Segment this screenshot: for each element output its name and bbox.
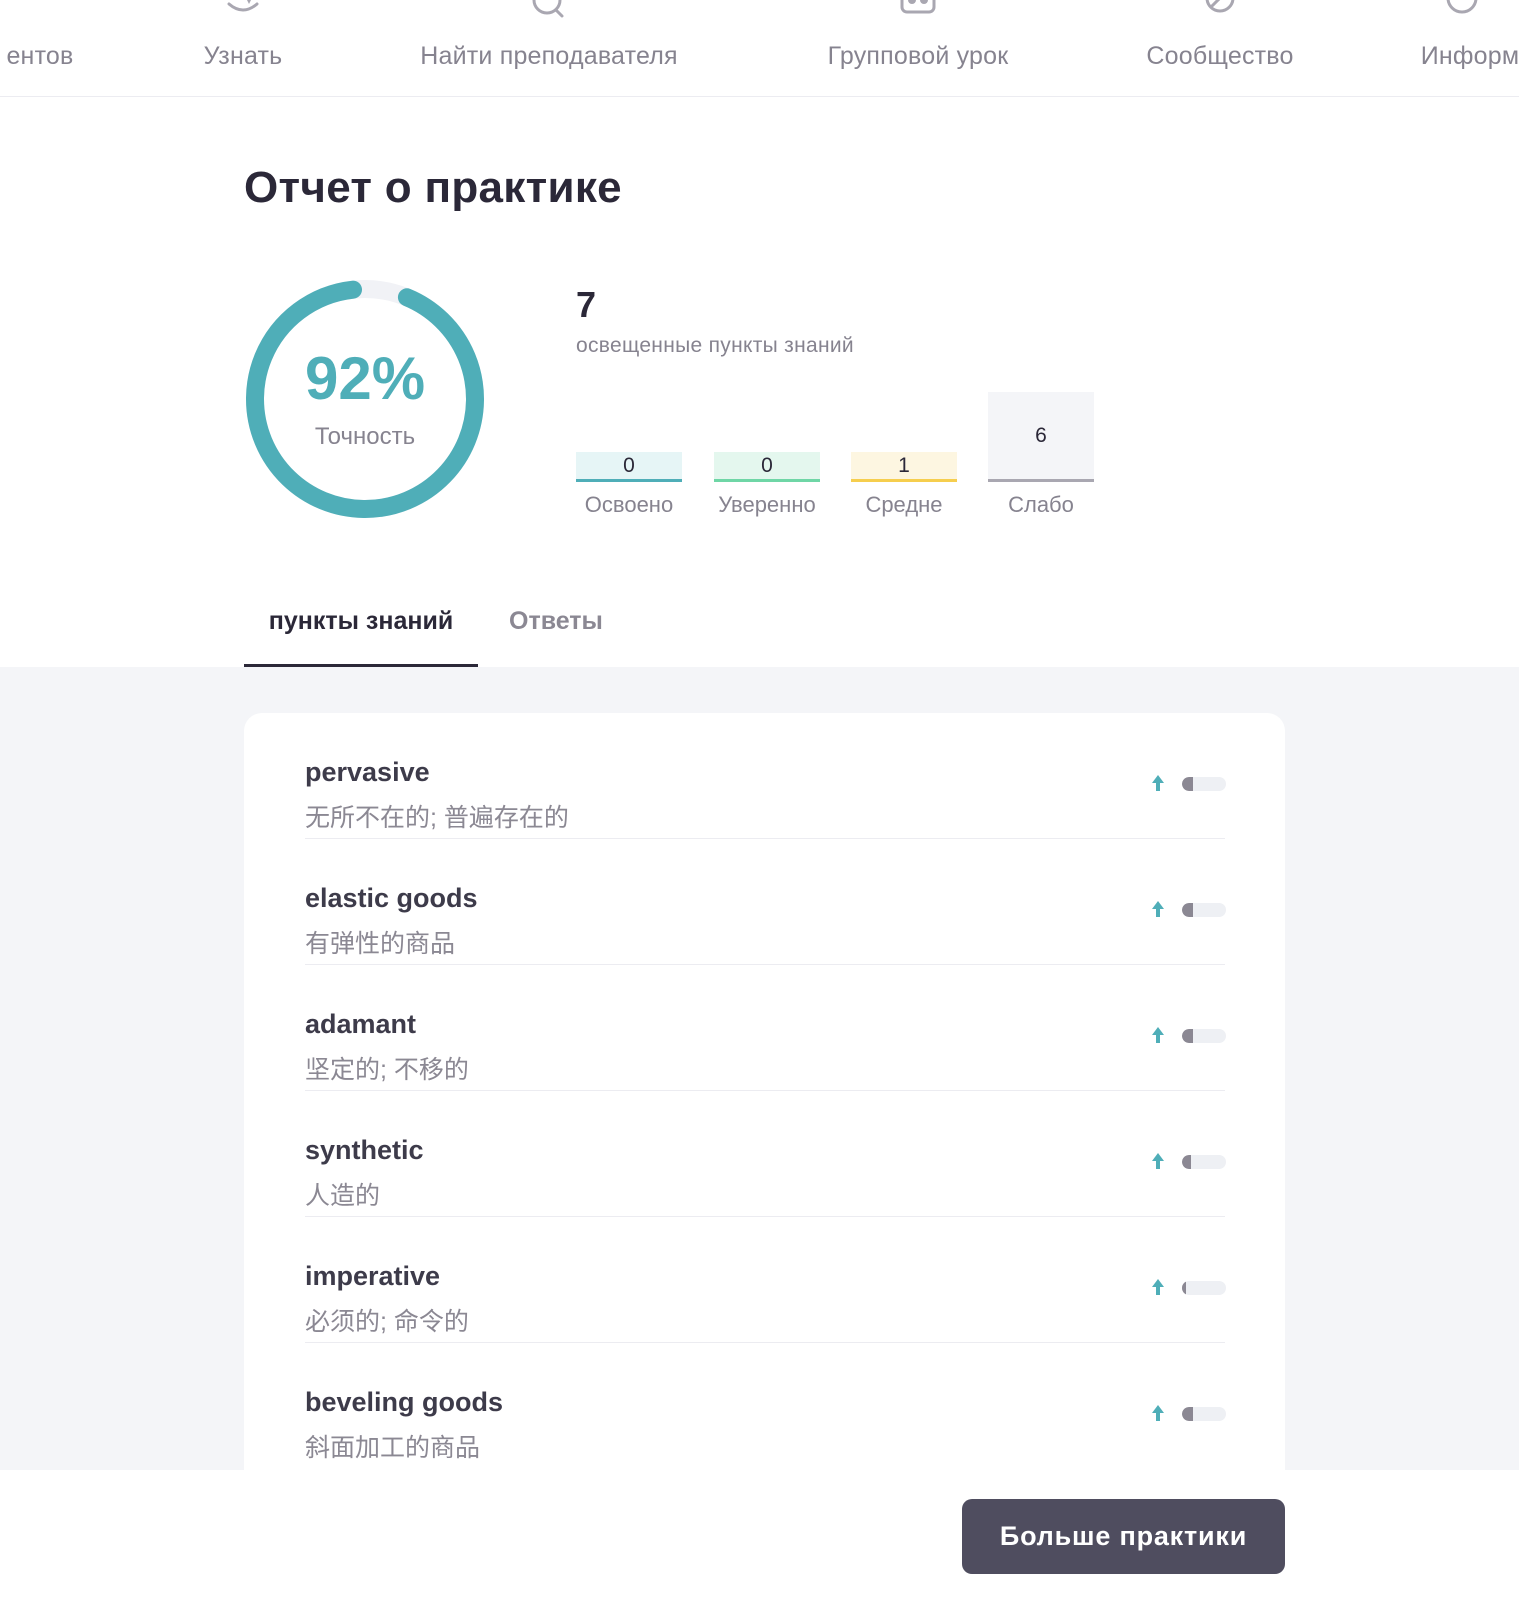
- accuracy-label: Точность: [314, 423, 416, 450]
- mastery-progress-fill: [1182, 1155, 1191, 1169]
- mastery-progress-fill: [1182, 1281, 1187, 1295]
- arrow-up-icon: [1152, 1153, 1164, 1169]
- mastery-progress: [1182, 1155, 1226, 1169]
- nav-item-find-teacher[interactable]: Найти преподавателя: [400, 0, 698, 96]
- nav-item-community[interactable]: Сообщество: [1135, 0, 1305, 96]
- level-bar: 0: [576, 452, 682, 482]
- more-icon: [1446, 0, 1478, 14]
- item-translation: 有弹性的商品: [305, 930, 456, 958]
- arrow-up-icon: [1152, 1027, 1164, 1043]
- nav-item-students[interactable]: ентов: [0, 0, 90, 96]
- mastery-progress: [1182, 1407, 1226, 1421]
- community-icon: [1205, 0, 1235, 13]
- item-translation: 坚定的; 不移的: [305, 1056, 469, 1084]
- nav-item-label: ентов: [6, 42, 74, 70]
- level-label: Слабо: [1008, 492, 1074, 517]
- accuracy-value: 92%: [304, 345, 426, 412]
- page-title: Отчет о практике: [244, 163, 622, 212]
- knowledge-points-list: pervasive 无所不在的; 普遍存在的 elastic goods 有弹性…: [244, 713, 1285, 1470]
- nav-item-label: Узнать: [203, 42, 283, 70]
- nav-item-label: Информ: [1420, 42, 1519, 70]
- accuracy-ring: 92% Точность: [244, 278, 486, 520]
- list-item[interactable]: adamant 坚定的; 不移的: [305, 965, 1226, 1091]
- mastery-progress: [1182, 777, 1226, 791]
- level-value: 1: [898, 453, 910, 477]
- level-value: 0: [761, 453, 773, 477]
- level-value: 6: [1035, 423, 1047, 447]
- item-translation: 斜面加工的商品: [305, 1434, 481, 1462]
- mastery-progress-fill: [1182, 903, 1193, 917]
- mastery-progress-fill: [1182, 777, 1193, 791]
- nav-item-learn[interactable]: Узнать: [187, 0, 299, 96]
- search-icon: [532, 0, 564, 18]
- list-item[interactable]: imperative 必须的; 命令的: [305, 1217, 1226, 1343]
- level-bar: 6: [988, 392, 1094, 482]
- level-value: 0: [623, 453, 635, 477]
- item-word: adamant: [305, 1009, 417, 1039]
- group-class-icon: [900, 0, 936, 14]
- item-word: beveling goods: [305, 1387, 504, 1417]
- nav-item-group-class[interactable]: Групповой урок: [806, 0, 1030, 96]
- knowledge-points-count: 7: [576, 284, 597, 325]
- bottom-bar: [0, 1470, 1519, 1600]
- mastery-progress: [1182, 1281, 1226, 1295]
- item-word: synthetic: [305, 1135, 424, 1165]
- level-label: Средне: [865, 492, 943, 517]
- mastery-progress: [1182, 903, 1226, 917]
- item-word: elastic goods: [305, 883, 478, 913]
- tab-answers[interactable]: Ответы: [509, 607, 603, 636]
- list-item[interactable]: elastic goods 有弹性的商品: [305, 839, 1226, 965]
- item-translation: 人造的: [305, 1182, 381, 1210]
- knowledge-points-label: освещенные пункты знаний: [576, 334, 854, 357]
- nav-item-label: Групповой урок: [827, 42, 1009, 70]
- top-navigation: ентов Узнать Найти преподавателя Группов…: [0, 0, 1519, 97]
- tab-knowledge-points[interactable]: пункты знаний: [244, 607, 478, 668]
- item-word: pervasive: [305, 757, 430, 787]
- more-practice-button[interactable]: Больше практики: [962, 1499, 1285, 1574]
- item-word: imperative: [305, 1261, 441, 1291]
- nav-item-more[interactable]: Информ: [1420, 0, 1519, 96]
- arrow-up-icon: [1152, 775, 1164, 791]
- arrow-up-icon: [1152, 901, 1164, 917]
- arrow-up-icon: [1152, 1405, 1164, 1421]
- nav-item-label: Сообщество: [1146, 42, 1294, 70]
- level-bar: 0: [714, 452, 820, 482]
- item-translation: 必须的; 命令的: [305, 1308, 469, 1336]
- list-item[interactable]: beveling goods 斜面加工的商品: [305, 1343, 1226, 1469]
- list-item[interactable]: pervasive 无所不在的; 普遍存在的: [305, 713, 1226, 839]
- mastery-progress-fill: [1182, 1407, 1193, 1421]
- arrow-up-icon: [1152, 1279, 1164, 1295]
- tab-label: пункты знаний: [268, 607, 454, 635]
- item-translation: 无所不在的; 普遍存在的: [305, 804, 569, 832]
- level-label: Освоено: [584, 492, 674, 517]
- mastery-progress: [1182, 1029, 1226, 1043]
- level-label: Уверенно: [718, 492, 816, 517]
- mastery-progress-fill: [1182, 1029, 1193, 1043]
- level-bar: 1: [851, 452, 957, 482]
- learn-icon: [227, 0, 259, 12]
- tab-label: Ответы: [509, 607, 603, 635]
- list-item[interactable]: synthetic 人造的: [305, 1091, 1226, 1217]
- nav-item-label: Найти преподавателя: [420, 42, 678, 70]
